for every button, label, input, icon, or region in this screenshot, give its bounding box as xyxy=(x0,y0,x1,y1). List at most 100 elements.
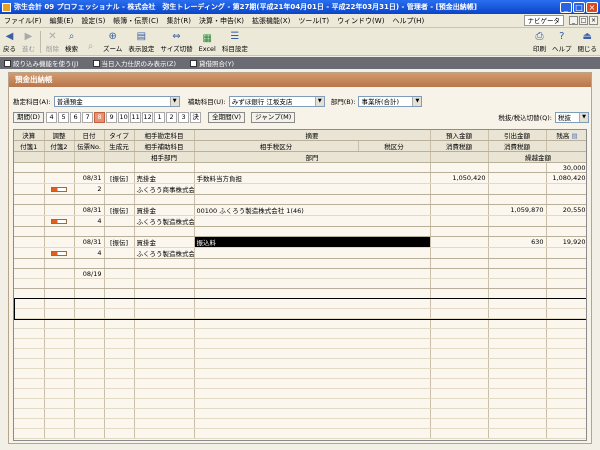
entry-memo[interactable]: 00100 ふくろう製造株式会社 1(46) xyxy=(194,204,431,216)
menu-books[interactable]: 帳簿・伝票(C) xyxy=(109,16,162,26)
month-5[interactable]: 5 xyxy=(58,111,70,123)
col-header-tax-class-other[interactable]: 相手税区分 xyxy=(194,140,359,152)
today-only-option[interactable]: 当日入力仕訳のみ表示(Z) xyxy=(92,58,176,68)
minimize-button[interactable]: _ xyxy=(560,1,572,13)
col-header-withdraw-tax[interactable]: 消費税額 xyxy=(488,140,547,152)
entry-deposit[interactable] xyxy=(430,236,489,248)
delete-button[interactable]: ✕ 削除 xyxy=(43,30,62,54)
today-only-checkbox[interactable] xyxy=(92,59,100,67)
col-header-date[interactable]: 日付 xyxy=(74,130,105,141)
menu-settings[interactable]: 設定(S) xyxy=(77,16,109,26)
month-4[interactable]: 4 xyxy=(46,111,58,123)
table-row[interactable] xyxy=(14,278,586,289)
table-row[interactable] xyxy=(14,328,586,339)
table-row[interactable]: 2 ふくろう商事株式会 xyxy=(14,183,586,195)
help-button[interactable]: ? ヘルプ xyxy=(549,30,575,54)
entry-deposit[interactable]: 1,050,420 xyxy=(430,172,489,184)
close-window-button[interactable]: × xyxy=(586,1,598,13)
col-header-dept[interactable]: 部門 xyxy=(194,151,431,163)
search-filter-button[interactable]: ⌕ xyxy=(81,40,100,53)
table-row[interactable] xyxy=(14,418,586,429)
account-select[interactable]: 普通預金 ▼ xyxy=(53,95,180,107)
mdi-restore-button[interactable]: □ xyxy=(579,16,588,25)
entry-memo-active-cell[interactable]: 振込料 xyxy=(194,236,431,248)
col-header-account[interactable]: 相手勘定科目 xyxy=(134,130,195,141)
department-select[interactable]: 事業所(合計) ▼ xyxy=(358,95,423,107)
entry-memo[interactable]: 手数料当方負担 xyxy=(194,172,431,184)
period-button[interactable]: 期間(D) xyxy=(13,111,45,123)
filter-checkbox[interactable] xyxy=(4,59,11,67)
col-header-adjust[interactable]: 調整 xyxy=(44,130,75,141)
balance-check-option[interactable]: 貸借照合(Y) xyxy=(190,58,234,68)
filter-option[interactable]: 絞り込み機能を使う(J) xyxy=(4,58,79,68)
col-header-other-dept[interactable]: 相手部門 xyxy=(134,151,195,163)
col-header-source[interactable]: 生成元 xyxy=(104,140,135,152)
table-row[interactable] xyxy=(14,408,586,419)
table-row-selected[interactable]: 08/31 [振伝] 買掛金 振込料 630 19,920 xyxy=(14,236,586,248)
table-row[interactable] xyxy=(14,358,586,369)
entry-deposit[interactable] xyxy=(430,204,489,216)
menu-edit[interactable]: 編集(E) xyxy=(46,16,78,26)
mdi-minimize-button[interactable]: _ xyxy=(569,16,578,25)
month-9[interactable]: 9 xyxy=(106,111,118,123)
table-row[interactable] xyxy=(14,348,586,359)
table-row[interactable] xyxy=(14,288,586,299)
table-row[interactable] xyxy=(14,298,586,309)
sticky-note-icon[interactable] xyxy=(51,186,67,192)
menu-extensions[interactable]: 拡張機能(X) xyxy=(248,16,294,26)
table-row[interactable] xyxy=(14,194,586,205)
month-8[interactable]: 8 xyxy=(94,111,106,123)
size-toggle-button[interactable]: ⇔ サイズ切替 xyxy=(157,30,195,54)
col-header-balance[interactable]: 残高 ▤ xyxy=(546,130,586,141)
table-row[interactable]: 4 ふくろう製造株式会 xyxy=(14,215,586,227)
month-2[interactable]: 2 xyxy=(166,111,178,123)
table-row[interactable]: 08/31 [振伝] 売掛金 手数料当方負担 1,050,420 1,080,4… xyxy=(14,172,586,184)
table-row[interactable] xyxy=(14,308,586,319)
sticky-note-icon[interactable] xyxy=(51,218,67,224)
excel-button[interactable]: ▦ Excel xyxy=(196,32,219,54)
col-header-slip-no[interactable]: 伝票No. xyxy=(74,140,105,152)
print-button[interactable]: ⎙ 印刷 xyxy=(530,30,549,54)
menu-help[interactable]: ヘルプ(H) xyxy=(388,16,428,26)
table-row[interactable] xyxy=(14,398,586,409)
view-settings-button[interactable]: ▤ 表示設定 xyxy=(125,30,157,54)
col-header-tax-class[interactable]: 税区分 xyxy=(358,140,431,152)
menu-file[interactable]: ファイル(F) xyxy=(0,16,46,26)
menu-closing[interactable]: 決算・申告(K) xyxy=(195,16,248,26)
month-11[interactable]: 11 xyxy=(130,111,142,123)
col-header-type[interactable]: タイプ xyxy=(104,130,135,141)
col-header-carryover[interactable]: 繰越金額 xyxy=(488,151,586,163)
col-header-deposit[interactable]: 預入金額 xyxy=(430,130,489,141)
col-header-memo[interactable]: 摘要 xyxy=(194,130,431,141)
entry-withdraw[interactable]: 630 xyxy=(488,236,547,248)
sub-account-select[interactable]: みずほ銀行 江坂支店 ▼ xyxy=(228,95,325,107)
sticky-note-icon[interactable] xyxy=(51,250,67,256)
forward-button[interactable]: ▶ 進む xyxy=(19,30,38,54)
menu-window[interactable]: ウィンドウ(W) xyxy=(333,16,388,26)
entry-withdraw[interactable] xyxy=(488,172,547,184)
calendar-icon[interactable]: ▤ xyxy=(571,132,577,140)
table-row[interactable] xyxy=(14,318,586,329)
month-3[interactable]: 3 xyxy=(178,111,190,123)
jump-button[interactable]: ジャンプ(M) xyxy=(251,111,296,123)
table-row-new[interactable]: 08/19 xyxy=(14,268,586,279)
menu-tools[interactable]: ツール(T) xyxy=(294,16,333,26)
menu-reports[interactable]: 集計(R) xyxy=(163,16,195,26)
month-6[interactable]: 6 xyxy=(70,111,82,123)
table-row[interactable] xyxy=(14,388,586,399)
maximize-button[interactable]: □ xyxy=(573,1,585,13)
back-button[interactable]: ◀ 戻る xyxy=(0,30,19,54)
table-row[interactable] xyxy=(14,338,586,349)
all-period-button[interactable]: 全期間(V) xyxy=(208,111,246,123)
entry-withdraw[interactable]: 1,059,870 xyxy=(488,204,547,216)
table-row[interactable] xyxy=(14,226,586,237)
month-7[interactable]: 7 xyxy=(82,111,94,123)
zoom-button[interactable]: ⊕ ズーム xyxy=(100,30,125,54)
month-10[interactable]: 10 xyxy=(118,111,130,123)
col-header-sub-account[interactable]: 相手補助科目 xyxy=(134,140,195,152)
month-closing[interactable]: 決 xyxy=(190,111,202,123)
table-row[interactable] xyxy=(14,258,586,269)
table-row[interactable] xyxy=(14,368,586,379)
month-12[interactable]: 12 xyxy=(142,111,154,123)
col-header-sticky2[interactable]: 付箋2 xyxy=(44,140,75,152)
